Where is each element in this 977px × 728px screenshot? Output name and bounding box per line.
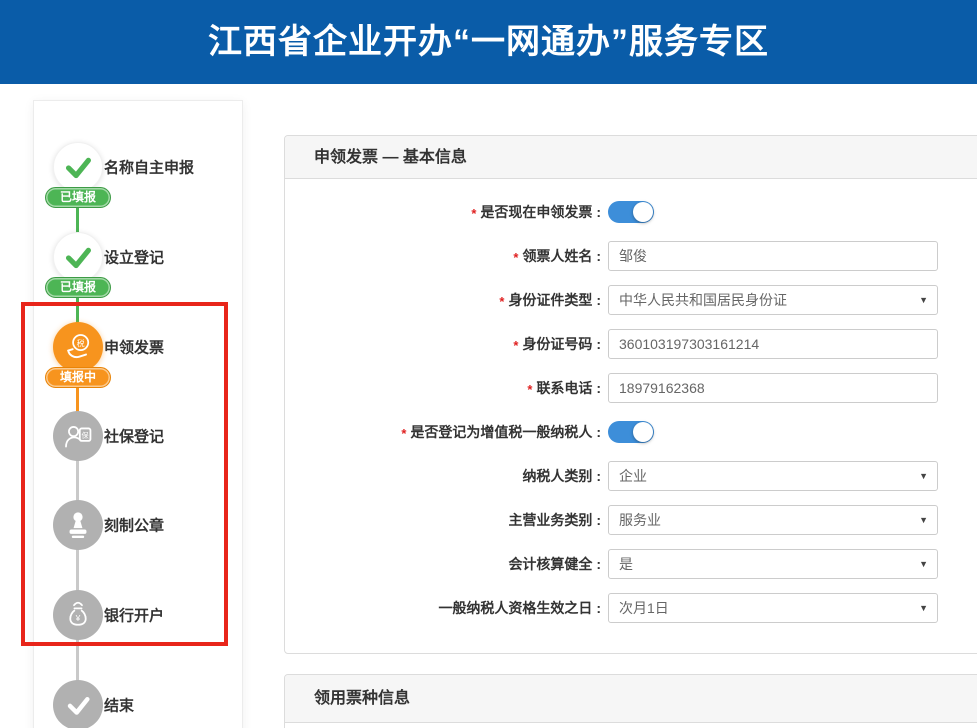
tax-hand-icon: 税: [53, 322, 103, 372]
step-invoice-application[interactable]: 税 申领发票: [34, 322, 244, 372]
field-label: 是否登记为增值税一般纳税人 :: [410, 424, 601, 440]
app-header: 江西省企业开办“一网通办”服务专区: [0, 0, 977, 84]
row-taxpayer-category: 纳税人类别 : 企业 ▼: [285, 461, 977, 491]
step-label: 刻制公章: [104, 515, 164, 536]
step-bank-account[interactable]: ¥ 银行开户: [34, 590, 244, 640]
row-recipient-name: * 领票人姓名 :: [285, 241, 977, 271]
field-label: 联系电话 :: [536, 380, 601, 396]
step-finish[interactable]: 结束: [34, 680, 244, 728]
taxpayer-category-select[interactable]: 企业 ▼: [608, 461, 938, 491]
svg-text:保: 保: [82, 431, 89, 440]
step-label: 社保登记: [104, 426, 164, 447]
field-label: 身份证件类型 :: [508, 292, 601, 308]
step-label: 申领发票: [104, 337, 164, 358]
row-vat-general: * 是否登记为增值税一般纳税人 :: [285, 417, 977, 447]
chevron-down-icon: ▼: [919, 559, 928, 569]
step-label: 结束: [104, 695, 134, 716]
required-marker: *: [401, 426, 406, 441]
main-business-select[interactable]: 服务业 ▼: [608, 505, 938, 535]
step-name-declaration[interactable]: 名称自主申报: [34, 142, 244, 192]
step-label: 名称自主申报: [104, 157, 194, 178]
row-id-number: * 身份证号码 :: [285, 329, 977, 359]
step-establishment-registration[interactable]: 设立登记: [34, 232, 244, 282]
invoice-now-toggle[interactable]: [608, 201, 654, 223]
row-effective-date: 一般纳税人资格生效之日 : 次月1日 ▼: [285, 593, 977, 623]
row-accounting-sound: 会计核算健全 : 是 ▼: [285, 549, 977, 579]
id-number-input[interactable]: [608, 329, 938, 359]
basic-info-panel: 申领发票 — 基本信息 * 是否现在申领发票 : * 领票人姓名 : * 身份证件类型…: [284, 135, 977, 654]
seal-stamp-icon: [53, 500, 103, 550]
chevron-down-icon: ▼: [919, 603, 928, 613]
panel-title: 申领发票 — 基本信息: [285, 136, 977, 179]
recipient-name-input[interactable]: [608, 241, 938, 271]
step-label: 银行开户: [104, 605, 164, 626]
chevron-down-icon: ▼: [919, 515, 928, 525]
basic-info-form: * 是否现在申领发票 : * 领票人姓名 : * 身份证件类型 : 中华人民共和国居民…: [285, 179, 977, 623]
row-phone: * 联系电话 :: [285, 373, 977, 403]
field-label: 会计核算健全 :: [508, 556, 601, 572]
panel-title: 领用票种信息: [285, 675, 977, 723]
step-label: 设立登记: [104, 247, 164, 268]
field-label: 身份证号码 :: [522, 336, 601, 352]
field-label: 纳税人类别 :: [522, 468, 601, 484]
svg-text:税: 税: [77, 338, 85, 348]
required-marker: *: [471, 206, 476, 221]
step-social-security[interactable]: 保 社保登记: [34, 411, 244, 461]
id-type-select[interactable]: 中华人民共和国居民身份证 ▼: [608, 285, 938, 315]
step-seal-engraving[interactable]: 刻制公章: [34, 500, 244, 550]
phone-input[interactable]: [608, 373, 938, 403]
select-value: 服务业: [619, 510, 661, 530]
field-label: 主营业务类别 :: [508, 512, 601, 528]
vat-general-toggle[interactable]: [608, 421, 654, 443]
toggle-knob: [633, 422, 653, 442]
status-badge: 填报中: [45, 367, 111, 388]
effective-date-select[interactable]: 次月1日 ▼: [608, 593, 938, 623]
social-security-icon: 保: [53, 411, 103, 461]
status-badge: 已填报: [45, 277, 111, 298]
accounting-sound-select[interactable]: 是 ▼: [608, 549, 938, 579]
select-value: 企业: [619, 466, 647, 486]
field-label: 是否现在申领发票 :: [480, 204, 601, 220]
required-marker: *: [527, 382, 532, 397]
field-label: 一般纳税人资格生效之日 :: [438, 600, 601, 616]
field-label: 领票人姓名 :: [522, 248, 601, 264]
required-marker: *: [499, 294, 504, 309]
ticket-info-panel: 领用票种信息: [284, 674, 977, 728]
check-icon: [53, 142, 103, 192]
row-main-business: 主营业务类别 : 服务业 ▼: [285, 505, 977, 535]
check-icon: [53, 680, 103, 728]
required-marker: *: [513, 250, 518, 265]
chevron-down-icon: ▼: [919, 295, 928, 305]
required-marker: *: [513, 338, 518, 353]
check-icon: [53, 232, 103, 282]
status-badge: 已填报: [45, 187, 111, 208]
money-bag-icon: ¥: [53, 590, 103, 640]
select-value: 中华人民共和国居民身份证: [619, 290, 787, 310]
row-id-type: * 身份证件类型 : 中华人民共和国居民身份证 ▼: [285, 285, 977, 315]
select-value: 次月1日: [619, 598, 669, 618]
progress-stepper: 名称自主申报 已填报 设立登记 已填报 税 申领发票 填报中 保: [33, 100, 243, 728]
select-value: 是: [619, 554, 633, 574]
row-invoice-now: * 是否现在申领发票 :: [285, 197, 977, 227]
page-title: 江西省企业开办“一网通办”服务专区: [0, 0, 977, 84]
toggle-knob: [633, 202, 653, 222]
svg-text:¥: ¥: [75, 613, 81, 623]
chevron-down-icon: ▼: [919, 471, 928, 481]
